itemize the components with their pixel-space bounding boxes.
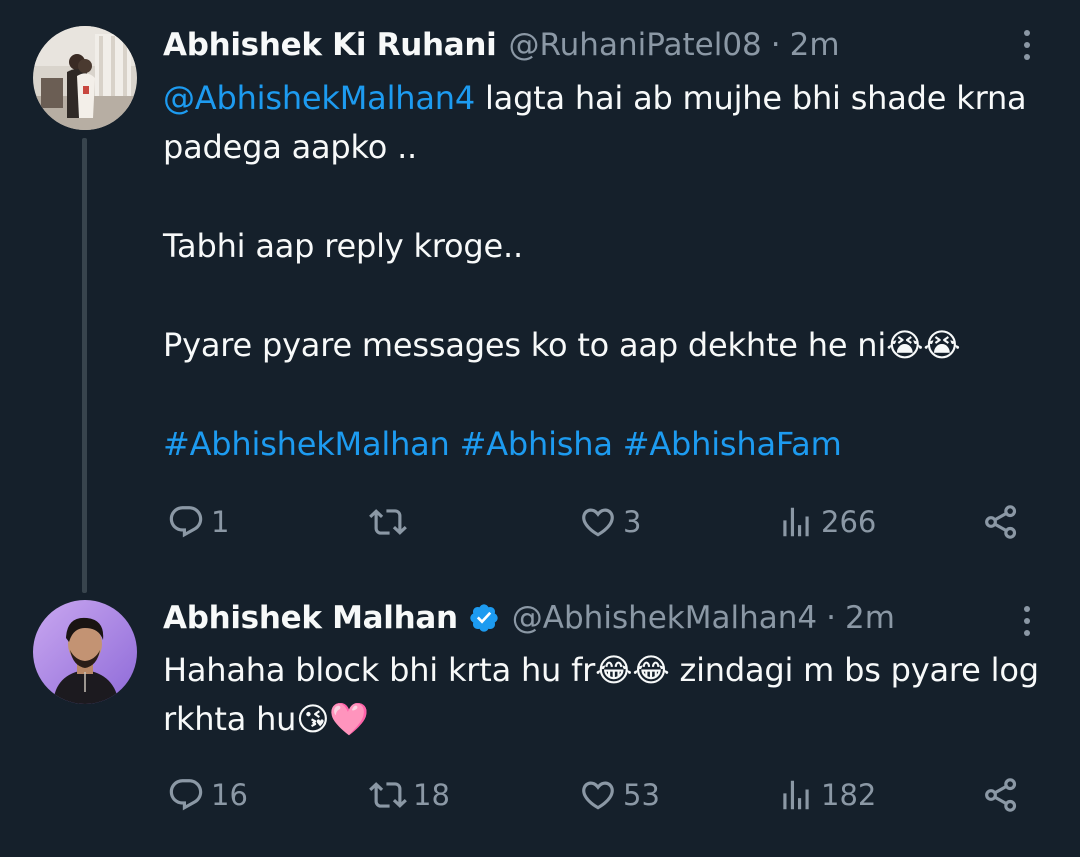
action-bar: 16 18 53 182 [163, 772, 1033, 818]
like-button[interactable]: 3 [579, 499, 641, 545]
crying-emoji-icon: 😭😭 [886, 326, 961, 364]
repost-button[interactable]: 18 [369, 772, 450, 818]
like-button[interactable]: 53 [579, 772, 660, 818]
heart-icon [582, 781, 614, 810]
tweet-header: Abhishek Ki Ruhani @RuhaniPatel08 · 2m [163, 25, 840, 65]
avatar[interactable] [33, 26, 137, 130]
reply-icon [169, 779, 203, 811]
repost-icon [369, 509, 407, 535]
reply-icon [169, 506, 203, 538]
reply-button[interactable]: 16 [167, 772, 248, 818]
share-icon [985, 778, 1017, 812]
separator-dot: · [770, 27, 781, 63]
thread-line [82, 138, 87, 593]
repost-count: 18 [413, 778, 450, 812]
tweet[interactable]: Abhishek Ki Ruhani @RuhaniPatel08 · 2m @… [0, 0, 1080, 593]
laughing-emoji-icon: 😂😂 [595, 651, 670, 689]
timestamp[interactable]: 2m [790, 25, 840, 65]
views-count: 182 [821, 778, 877, 812]
like-count: 53 [623, 778, 660, 812]
share-button[interactable] [981, 499, 1021, 545]
profile-photo-man-icon [33, 600, 137, 704]
views-chart-icon [783, 507, 809, 537]
mention-link[interactable]: @AbhishekMalhan4 [163, 79, 475, 117]
author-name[interactable]: Abhishek Ki Ruhani [163, 25, 497, 65]
tweet-text-line: Hahaha block bhi krta hu fr [163, 651, 596, 689]
heart-icon [582, 508, 614, 537]
author-name[interactable]: Abhishek Malhan [163, 598, 458, 638]
avatar[interactable] [33, 600, 137, 704]
tweet-text-line: Tabhi aap reply kroge.. [163, 227, 523, 265]
hashtags[interactable]: #AbhishekMalhan #Abhisha #AbhishaFam [163, 420, 1043, 469]
tweet-text: @AbhishekMalhan4 lagta hai ab mujhe bhi … [163, 74, 1043, 469]
profile-photo-couple-icon [33, 26, 137, 130]
repost-button[interactable] [369, 499, 413, 545]
views-button[interactable]: 182 [777, 772, 876, 818]
action-bar: 1 3 266 [163, 499, 1033, 545]
timestamp[interactable]: 2m [845, 598, 895, 638]
like-count: 3 [623, 505, 642, 539]
author-handle[interactable]: @RuhaniPatel08 [509, 25, 762, 65]
verified-check-icon [470, 604, 498, 632]
more-options-icon[interactable] [1012, 601, 1042, 641]
verified-badge-icon[interactable] [468, 602, 500, 634]
repost-icon [369, 782, 407, 808]
reply-button[interactable]: 1 [167, 499, 229, 545]
separator-dot: · [826, 600, 836, 636]
tweet-text: Hahaha block bhi krta hu fr😂😂 zindagi m … [163, 646, 1043, 744]
share-icon [985, 505, 1017, 539]
views-chart-icon [783, 780, 809, 810]
share-button[interactable] [981, 772, 1021, 818]
views-button[interactable]: 266 [777, 499, 876, 545]
author-handle[interactable]: @AbhishekMalhan4 [512, 598, 817, 638]
tweet-text-line: Pyare pyare messages ko to aap dekhte he… [163, 326, 887, 364]
more-options-icon[interactable] [1012, 25, 1042, 65]
kiss-heart-emoji-icon: 😘🩷 [296, 700, 370, 738]
reply-count: 16 [211, 778, 248, 812]
tweet[interactable]: Abhishek Malhan @AbhishekMalhan4 · 2m Ha… [0, 585, 1080, 857]
views-count: 266 [821, 505, 877, 539]
reply-count: 1 [211, 505, 230, 539]
tweet-header: Abhishek Malhan @AbhishekMalhan4 · 2m [163, 598, 895, 638]
